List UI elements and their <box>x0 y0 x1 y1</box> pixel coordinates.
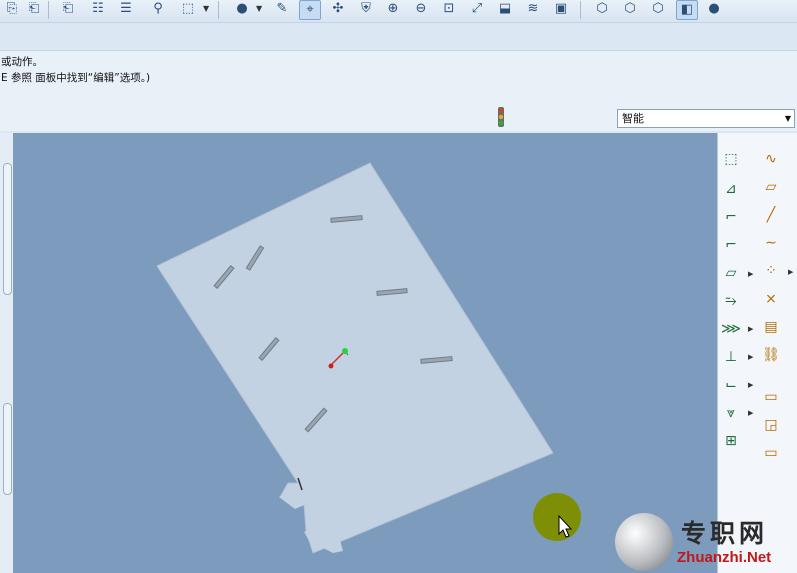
view-manager-icon[interactable]: ▣ <box>551 0 571 18</box>
hidden-line-icon[interactable]: ⬡ <box>620 0 640 18</box>
datum-axis-icon[interactable]: ⊿ <box>720 179 742 199</box>
main-toolbar: ⎘ ⎗ ⎗ ☷ ☰ ⚲ ⬚ ▼ ● ▼ ✎ ⌖ ✣ ⛨ ⊕ ⊖ ⊡ ⤢ ⬓ ≋ … <box>0 0 797 23</box>
sash-handle-bottom[interactable] <box>3 403 12 495</box>
selection-filter-dropdown[interactable]: 智能 ▼ <box>617 109 795 128</box>
bend-back-dropdown-icon[interactable]: ▶ <box>748 409 753 417</box>
toolbar-separator <box>48 1 49 19</box>
site-watermark: 专职网 Zhuanzhi.Net <box>615 510 797 573</box>
mouse-pointer-icon <box>558 515 573 538</box>
spin-center-icon[interactable]: ✣ <box>328 0 348 18</box>
refit-icon[interactable]: ⊡ <box>439 0 459 18</box>
unbend-icon[interactable]: ⊥ <box>720 347 742 367</box>
graphics-window[interactable] <box>13 133 717 573</box>
chain-icon[interactable]: ⛓ <box>760 345 782 365</box>
toolbar-separator <box>580 1 581 19</box>
annotation-element-icon[interactable]: ▭ <box>760 443 782 463</box>
layer-tree-icon[interactable]: ☰ <box>116 0 136 18</box>
extrude-dropdown-icon[interactable]: ▶ <box>748 270 753 278</box>
shading-dropdown-icon[interactable]: ▼ <box>256 4 262 13</box>
wireframe-icon[interactable]: ⬡ <box>592 0 612 18</box>
datum-plane-icon[interactable]: ⬚ <box>720 149 742 169</box>
navigator-sash[interactable] <box>0 133 13 573</box>
curve-icon[interactable]: ∼ <box>760 233 782 253</box>
chevron-down-icon: ▼ <box>784 114 791 123</box>
datum-curve-icon[interactable]: ⌐ <box>720 207 742 227</box>
extrude-icon[interactable]: ▱ <box>720 263 742 283</box>
message-line-2: E 参照 面板中找到“编辑”选项。) <box>1 72 151 84</box>
bend-dropdown-icon[interactable]: ▶ <box>748 381 753 389</box>
sash-handle-top[interactable] <box>3 163 12 295</box>
flange-icon[interactable]: ⥲ <box>720 291 742 311</box>
selection-box-icon[interactable]: ⬚ <box>176 0 200 18</box>
layers-icon[interactable]: ≋ <box>523 0 543 18</box>
copy-icon[interactable]: ⎘ <box>2 0 22 18</box>
analysis-icon[interactable]: ▤ <box>760 317 782 337</box>
datum-display-icon[interactable]: ⌖ <box>299 0 321 20</box>
revolve-dropdown-icon[interactable]: ▶ <box>748 325 753 333</box>
axis-icon[interactable]: ╱ <box>760 205 782 225</box>
selection-filter-value: 智能 <box>622 112 644 125</box>
revolve-icon[interactable]: ⋙ <box>720 319 742 339</box>
plane-icon[interactable]: ▱ <box>760 177 782 197</box>
find-icon[interactable]: ⚲ <box>148 0 168 18</box>
annotation-icon[interactable]: ◲ <box>760 415 782 435</box>
paste-icon[interactable]: ⎗ <box>24 0 44 18</box>
zoom-in-icon[interactable]: ⊕ <box>383 0 403 18</box>
appearance-icon[interactable]: ● <box>704 0 724 18</box>
watermark-url-text: Zhuanzhi.Net <box>677 549 772 566</box>
bend-back-icon[interactable]: ⩔ <box>720 403 742 423</box>
zoom-out-icon[interactable]: ⊖ <box>411 0 431 18</box>
sheetmetal-plate <box>156 162 554 554</box>
point-icon[interactable]: ⁘ <box>760 261 782 281</box>
flat-pattern-icon[interactable]: ⊞ <box>720 431 742 451</box>
watermark-brand-text: 专职网 <box>681 519 769 548</box>
watermark-logo-ball <box>615 513 673 571</box>
no-hidden-icon[interactable]: ⬡ <box>648 0 668 18</box>
shading-icon[interactable]: ● <box>232 0 252 18</box>
sheetmetal-model <box>156 162 554 554</box>
datum-point-icon[interactable]: ⌐ <box>720 235 742 255</box>
toolbar-separator <box>218 1 219 19</box>
note-icon[interactable]: ▭ <box>760 387 782 407</box>
sketch-icon[interactable]: ✎ <box>272 0 292 18</box>
selection-dropdown-icon[interactable]: ▼ <box>203 4 209 13</box>
bend-icon[interactable]: ⌙ <box>720 375 742 395</box>
point-dropdown-icon[interactable]: ▶ <box>788 268 793 276</box>
coordinate-system-icon[interactable]: ⨯ <box>760 289 782 309</box>
model-tree-icon[interactable]: ☷ <box>88 0 108 18</box>
regeneration-status-icon[interactable] <box>494 105 508 129</box>
orient-icon[interactable]: ⛨ <box>356 0 376 18</box>
reorient-icon[interactable]: ⤢ <box>467 0 487 18</box>
shaded-icon[interactable]: ◧ <box>676 0 698 20</box>
saved-views-icon[interactable]: ⬓ <box>495 0 515 18</box>
unbend-dropdown-icon[interactable]: ▶ <box>748 353 753 361</box>
sketch-curve-icon[interactable]: ∿ <box>760 149 782 169</box>
message-line-1: 或动作。 <box>1 56 43 68</box>
paste-special-icon[interactable]: ⎗ <box>58 0 78 18</box>
feature-toolbar: ⬚ ⊿ ⌐ ⌐ ▱ ▶ ⥲ ⋙ ▶ ⊥ ▶ ⌙ ▶ ⩔ ▶ ⊞ ∿ ▱ ╱ ∼ … <box>717 133 797 573</box>
